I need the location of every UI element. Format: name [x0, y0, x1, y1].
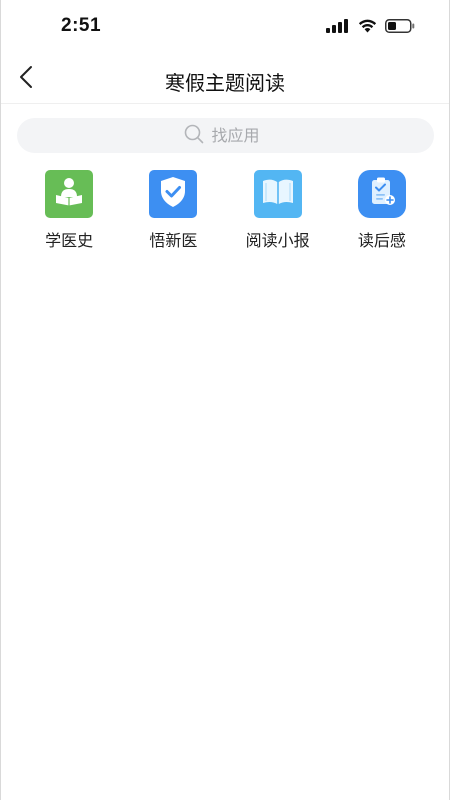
search-input[interactable]	[211, 126, 268, 145]
wifi-icon	[358, 18, 377, 37]
clipboard-check-icon	[367, 176, 397, 212]
app-label: 学医史	[45, 231, 94, 250]
app-grid: 学医史 悟新医 阅读小报 读后感	[17, 170, 434, 251]
app-icon-duhougan	[357, 170, 406, 218]
app-label: 悟新医	[149, 231, 198, 250]
app-label: 读后感	[357, 231, 406, 250]
status-time: 2:51	[61, 15, 102, 36]
reading-person-icon	[52, 176, 86, 212]
cellular-signal-icon	[326, 18, 350, 37]
app-screen: 2:51 寒假主题阅读 找应用 学医史 悟新医 阅读小报 读后感	[0, 0, 450, 800]
status-icons	[326, 17, 415, 37]
app-item-xueyishi[interactable]: 学医史	[17, 170, 121, 251]
status-bar: 2:51	[1, 0, 449, 54]
app-item-yueduxiaobao[interactable]: 阅读小报	[226, 170, 330, 251]
open-book-icon	[260, 177, 296, 211]
battery-icon	[385, 18, 415, 37]
nav-bar: 寒假主题阅读	[1, 54, 449, 104]
shield-check-icon	[158, 175, 188, 213]
app-item-duhougan[interactable]: 读后感	[330, 170, 434, 251]
app-icon-xueyishi	[45, 170, 94, 218]
search-bar[interactable]	[17, 118, 434, 153]
app-icon-yueduxiaobao	[253, 170, 302, 218]
page-title: 寒假主题阅读	[165, 71, 285, 95]
search-icon	[184, 124, 204, 148]
app-label: 阅读小报	[245, 231, 310, 250]
app-item-wuxinyi[interactable]: 悟新医	[121, 170, 225, 251]
app-icon-wuxinyi	[149, 170, 198, 218]
